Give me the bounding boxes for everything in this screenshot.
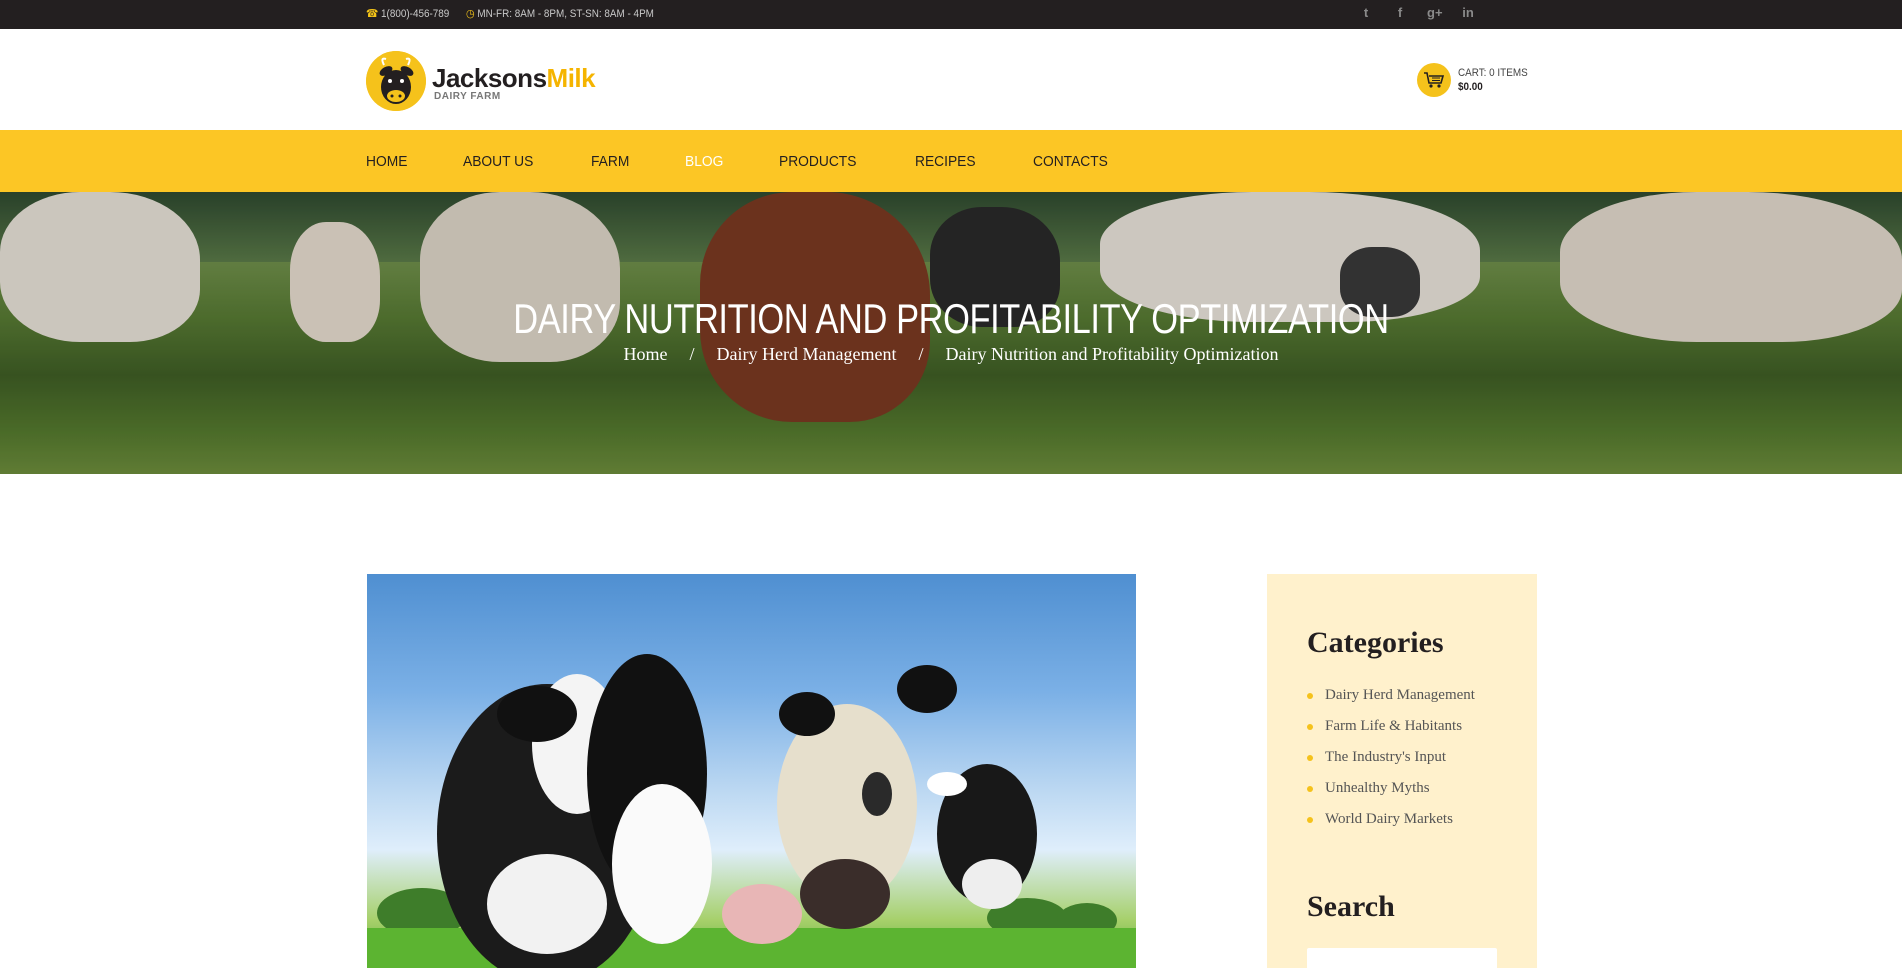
clock-icon: ◷	[466, 8, 475, 20]
sidebar: Categories Dairy Herd Management Farm Li…	[1267, 574, 1537, 968]
category-link-world-dairy-markets[interactable]: World Dairy Markets	[1307, 804, 1475, 835]
phone-info: ☎ 1(800)-456-789	[366, 7, 449, 21]
nav-item-blog[interactable]: BLOG	[685, 153, 723, 170]
logo-subtitle: DAIRY FARM	[434, 91, 501, 102]
cow-logo-icon	[366, 51, 426, 111]
phone-icon: ☎	[366, 8, 379, 20]
breadcrumb: Home / Dairy Herd Management / Dairy Nutriti…	[0, 344, 1902, 365]
logo-name-jacksons: Jacksons	[432, 63, 547, 93]
main-navigation: HOME ABOUT US FARM BLOG PRODUCTS RECIPES…	[0, 130, 1902, 192]
search-heading: Search	[1307, 890, 1395, 923]
category-link-dairy-herd-management[interactable]: Dairy Herd Management	[1307, 680, 1475, 711]
page-hero-banner: DAIRY NUTRITION AND PROFITABILITY OPTIMI…	[0, 192, 1902, 474]
facebook-icon[interactable]: f	[1393, 5, 1407, 20]
cart-icon[interactable]	[1417, 63, 1451, 97]
site-header: JacksonsMilk DAIRY FARM CART: 0 ITEMS $0…	[0, 29, 1902, 130]
opening-hours: MN-FR: 8AM - 8PM, ST-SN: 8AM - 4PM	[477, 7, 654, 20]
search-input[interactable]	[1307, 948, 1497, 968]
hours-info: ◷ MN-FR: 8AM - 8PM, ST-SN: 8AM - 4PM	[466, 7, 654, 21]
nav-item-farm[interactable]: FARM	[591, 153, 629, 170]
nav-item-products[interactable]: PRODUCTS	[779, 153, 856, 170]
twitter-icon[interactable]: t	[1359, 5, 1373, 20]
breadcrumb-home[interactable]: Home	[624, 344, 668, 364]
cart-items-label: CART: 0 ITEMS	[1458, 67, 1528, 79]
nav-item-contacts[interactable]: CONTACTS	[1033, 153, 1108, 170]
phone-number[interactable]: 1(800)-456-789	[381, 8, 449, 20]
linkedin-icon[interactable]: in	[1461, 5, 1475, 20]
cows-illustration	[437, 654, 1037, 968]
categories-heading: Categories	[1307, 626, 1444, 659]
cart-widget[interactable]: CART: 0 ITEMS $0.00	[1417, 63, 1535, 97]
google-plus-icon[interactable]: g+	[1427, 5, 1443, 20]
nav-item-home[interactable]: HOME	[366, 153, 407, 170]
top-bar: ☎ 1(800)-456-789 ◷ MN-FR: 8AM - 8PM, ST-…	[0, 0, 1902, 29]
breadcrumb-separator: /	[689, 344, 695, 364]
breadcrumb-category[interactable]: Dairy Herd Management	[717, 344, 897, 364]
site-logo[interactable]: JacksonsMilk DAIRY FARM	[366, 49, 606, 111]
category-link-industry-input[interactable]: The Industry's Input	[1307, 742, 1475, 773]
categories-list: Dairy Herd Management Farm Life & Habita…	[1307, 680, 1475, 835]
breadcrumb-separator: /	[918, 344, 924, 364]
category-link-farm-life[interactable]: Farm Life & Habitants	[1307, 711, 1475, 742]
post-featured-image	[367, 574, 1136, 968]
category-link-unhealthy-myths[interactable]: Unhealthy Myths	[1307, 773, 1475, 804]
cart-amount: $0.00	[1458, 81, 1483, 93]
social-links: t f g+ in	[1359, 5, 1475, 20]
logo-name-milk: Milk	[546, 63, 596, 93]
logo-wordmark: JacksonsMilk	[432, 63, 596, 94]
nav-item-about-us[interactable]: ABOUT US	[463, 153, 533, 170]
cart-summary: CART: 0 ITEMS $0.00	[1458, 66, 1528, 94]
nav-item-recipes[interactable]: RECIPES	[915, 153, 976, 170]
breadcrumb-current: Dairy Nutrition and Profitability Optimi…	[945, 344, 1279, 364]
page-title: DAIRY NUTRITION AND PROFITABILITY OPTIMI…	[513, 295, 1389, 342]
